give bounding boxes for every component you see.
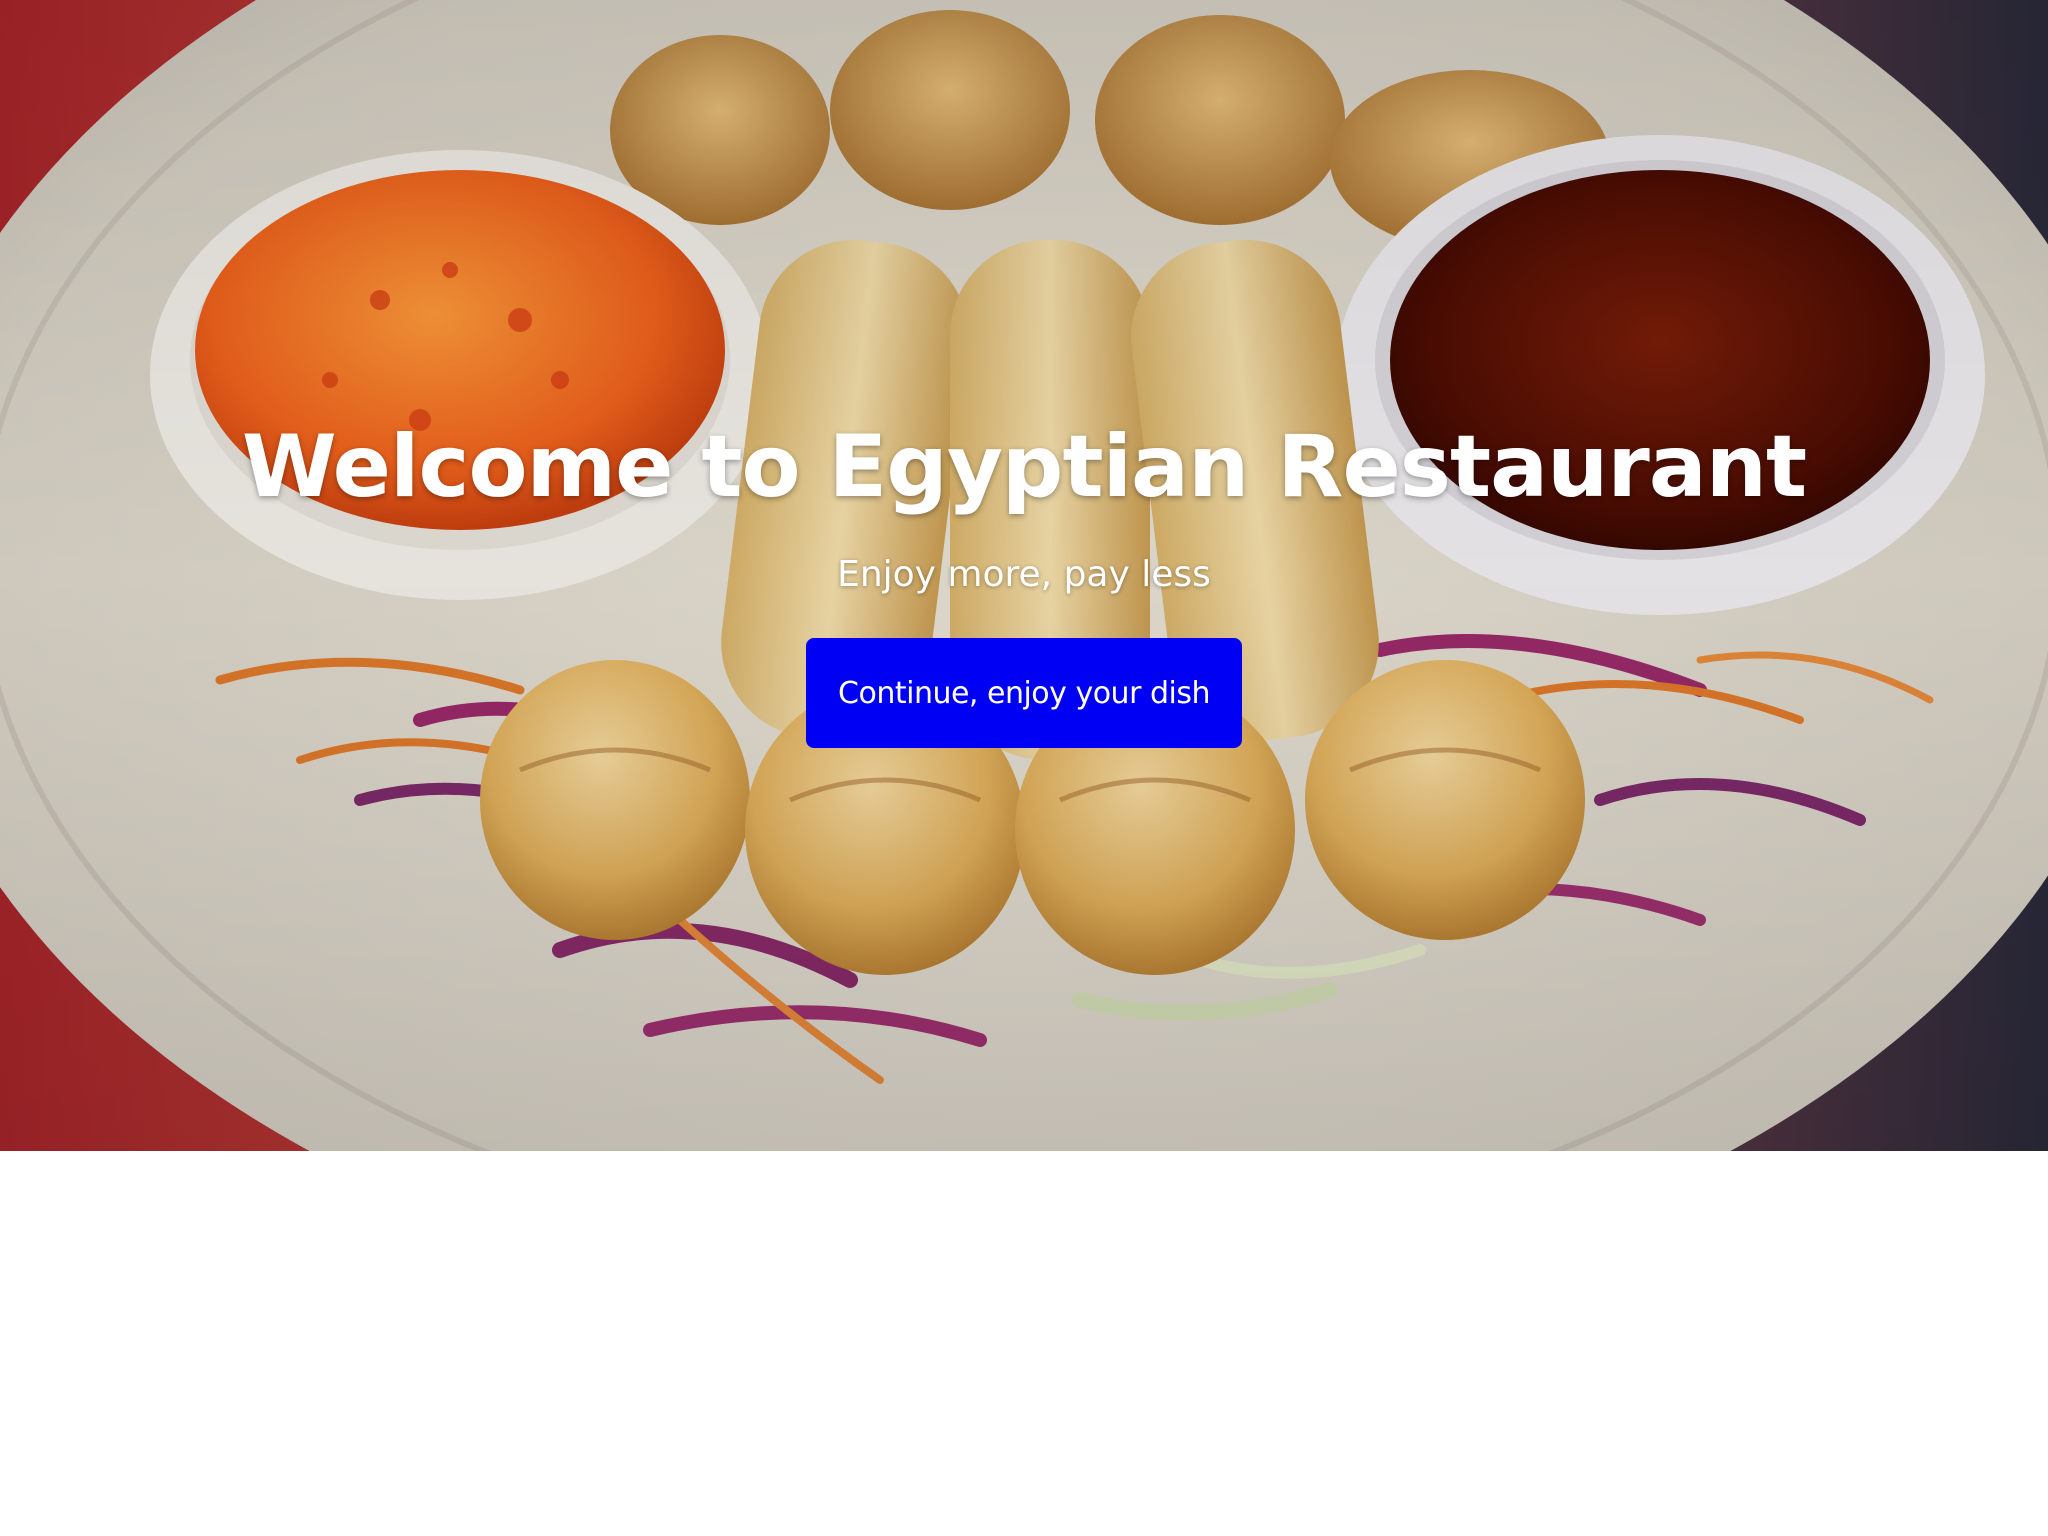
hero-content: Welcome to Egyptian Restaurant Enjoy mor… <box>0 0 2048 1151</box>
hero-section: Welcome to Egyptian Restaurant Enjoy mor… <box>0 0 2048 1151</box>
hero-title: Welcome to Egyptian Restaurant <box>241 417 1807 517</box>
blank-content-area <box>0 1151 2048 1536</box>
hero-subtitle: Enjoy more, pay less <box>837 554 1211 595</box>
continue-button[interactable]: Continue, enjoy your dish <box>806 638 1242 748</box>
